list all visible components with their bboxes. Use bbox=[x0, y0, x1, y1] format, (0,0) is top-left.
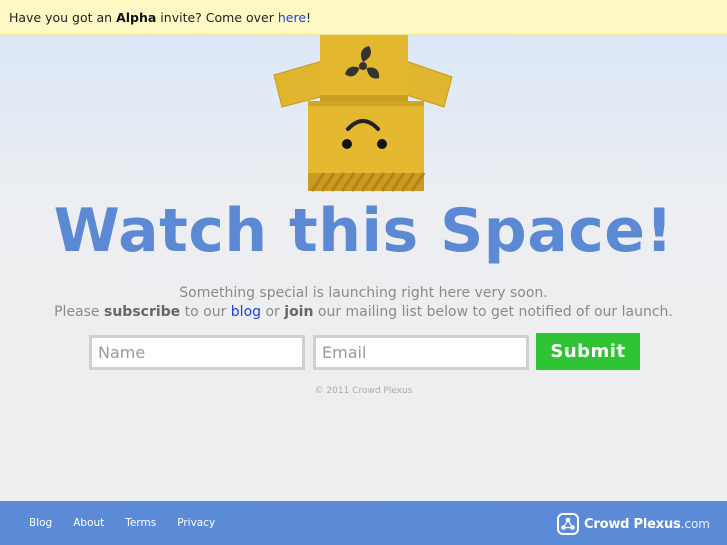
tagline: Something special is launching right her… bbox=[0, 284, 727, 322]
footer-link-about[interactable]: About bbox=[73, 517, 104, 529]
tagline-line-1: Something special is launching right her… bbox=[179, 285, 548, 301]
alpha-invite-bar: Have you got an Alpha invite? Come over … bbox=[0, 0, 727, 35]
alpha-bar-emphasis: Alpha bbox=[116, 10, 157, 25]
alpha-here-link[interactable]: here bbox=[278, 10, 306, 25]
tagline-text: Please bbox=[54, 304, 104, 320]
name-input[interactable] bbox=[89, 335, 305, 370]
alpha-bar-middle: invite? Come over bbox=[156, 10, 278, 25]
robot-mascot-illustration bbox=[273, 35, 453, 192]
tagline-line-2: Please subscribe to our blog or join our… bbox=[0, 303, 727, 322]
alpha-bar-suffix: ! bbox=[306, 10, 312, 25]
tagline-text: or bbox=[261, 304, 285, 320]
footer: Blog About Terms Privacy Crowd Plexus .co… bbox=[0, 501, 727, 545]
alpha-bar-prefix: Have you got an bbox=[9, 10, 117, 25]
footer-nav: Blog About Terms Privacy bbox=[29, 501, 236, 545]
footer-link-blog[interactable]: Blog bbox=[29, 517, 52, 529]
subscribe-emphasis: subscribe bbox=[104, 304, 181, 320]
tagline-text: our mailing list below to get notified o… bbox=[313, 304, 673, 320]
brand-name: Crowd Plexus bbox=[584, 516, 681, 532]
copyright-text: © 2011 Crowd Plexus bbox=[314, 386, 413, 396]
brand-logo[interactable]: Crowd Plexus .com bbox=[557, 512, 710, 536]
join-emphasis: join bbox=[284, 304, 314, 320]
tagline-text: to our bbox=[180, 304, 231, 320]
page-title: Watch this Space! bbox=[53, 196, 674, 266]
footer-link-terms[interactable]: Terms bbox=[125, 517, 156, 529]
email-input[interactable] bbox=[313, 335, 529, 370]
submit-button[interactable]: Submit bbox=[536, 333, 640, 370]
blog-link[interactable]: blog bbox=[231, 304, 261, 320]
crowd-plexus-logo-icon bbox=[557, 513, 580, 535]
brand-tld: .com bbox=[680, 517, 710, 531]
footer-link-privacy[interactable]: Privacy bbox=[177, 517, 215, 529]
